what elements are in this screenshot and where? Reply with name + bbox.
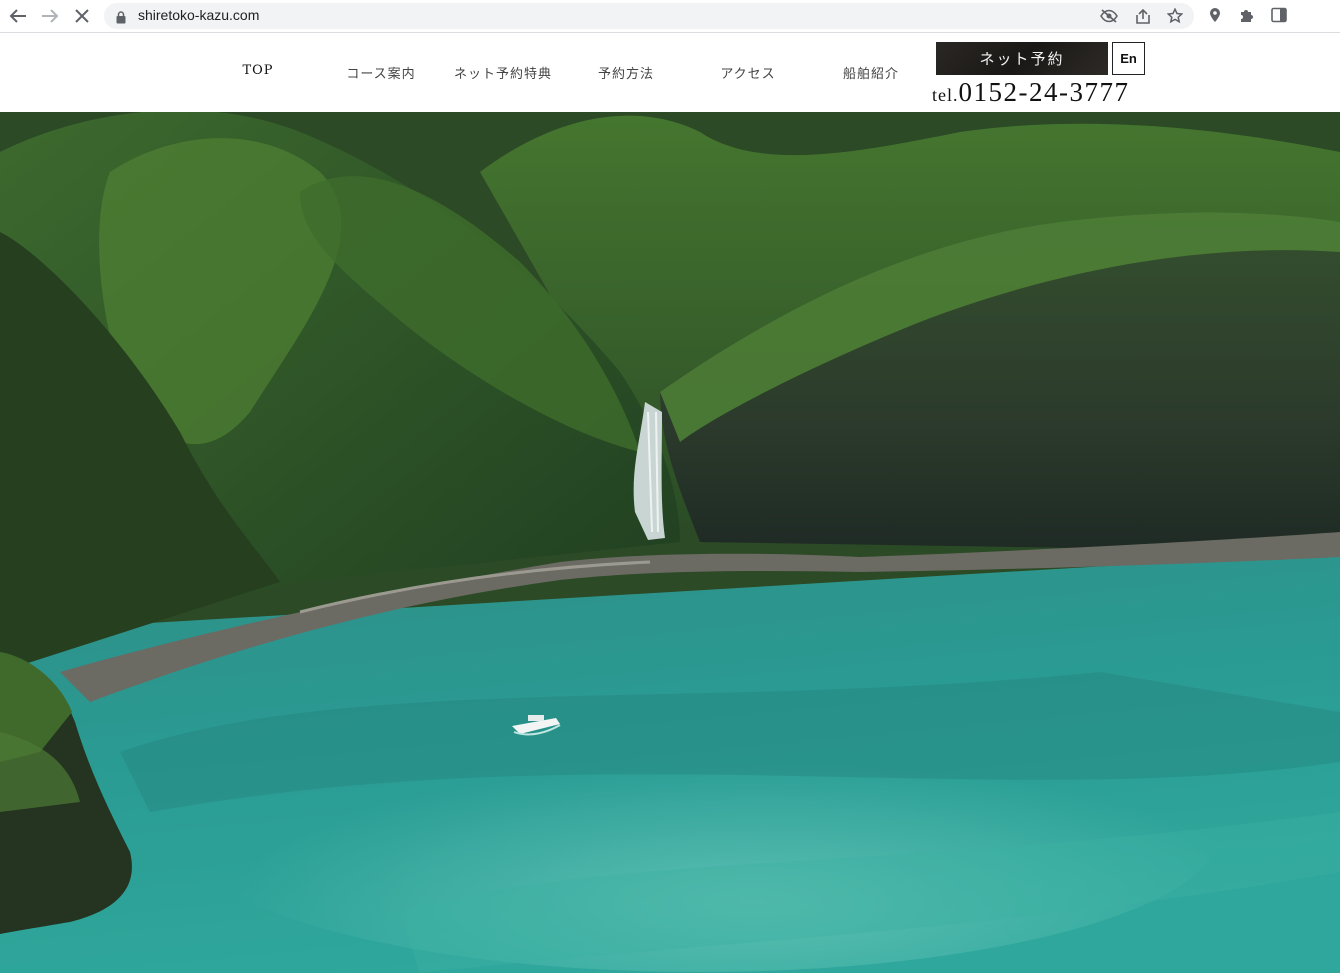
english-language-button[interactable]: En <box>1112 42 1145 75</box>
forward-icon[interactable] <box>38 5 62 27</box>
nav-item-online-benefits[interactable]: ネット予約特典 <box>454 63 552 82</box>
nav-item-top[interactable]: TOP <box>242 63 273 78</box>
nav-item-vessels[interactable]: 船舶紹介 <box>843 63 899 82</box>
eye-off-icon[interactable] <box>1100 8 1118 24</box>
share-icon[interactable] <box>1134 8 1152 24</box>
stop-icon[interactable] <box>70 5 94 27</box>
nav-item-how-to-book[interactable]: 予約方法 <box>598 63 654 82</box>
url-text[interactable]: shiretoko-kazu.com <box>138 7 259 23</box>
phone-number[interactable]: tel.0152-24-3777 <box>932 77 1129 108</box>
star-icon[interactable] <box>1166 8 1184 24</box>
browser-toolbar: shiretoko-kazu.com <box>0 0 1340 33</box>
lock-icon[interactable] <box>116 9 126 28</box>
back-icon[interactable] <box>6 5 30 27</box>
location-pin-icon[interactable] <box>1206 6 1224 24</box>
tel-number: 0152-24-3777 <box>958 77 1130 107</box>
hero-image <box>0 112 1340 973</box>
nav-item-access[interactable]: アクセス <box>720 63 775 82</box>
online-reservation-button[interactable]: ネット予約 <box>936 42 1108 75</box>
address-bar[interactable]: shiretoko-kazu.com <box>104 3 1194 29</box>
side-panel-icon[interactable] <box>1270 6 1288 24</box>
nav-item-courses[interactable]: コース案内 <box>346 63 415 82</box>
puzzle-icon[interactable] <box>1238 6 1256 24</box>
tel-prefix: tel. <box>932 85 959 105</box>
aerial-coastline-illustration <box>0 112 1340 973</box>
site-header: TOP コース案内 ネット予約特典 予約方法 アクセス 船舶紹介 ネット予約 E… <box>0 33 1340 112</box>
